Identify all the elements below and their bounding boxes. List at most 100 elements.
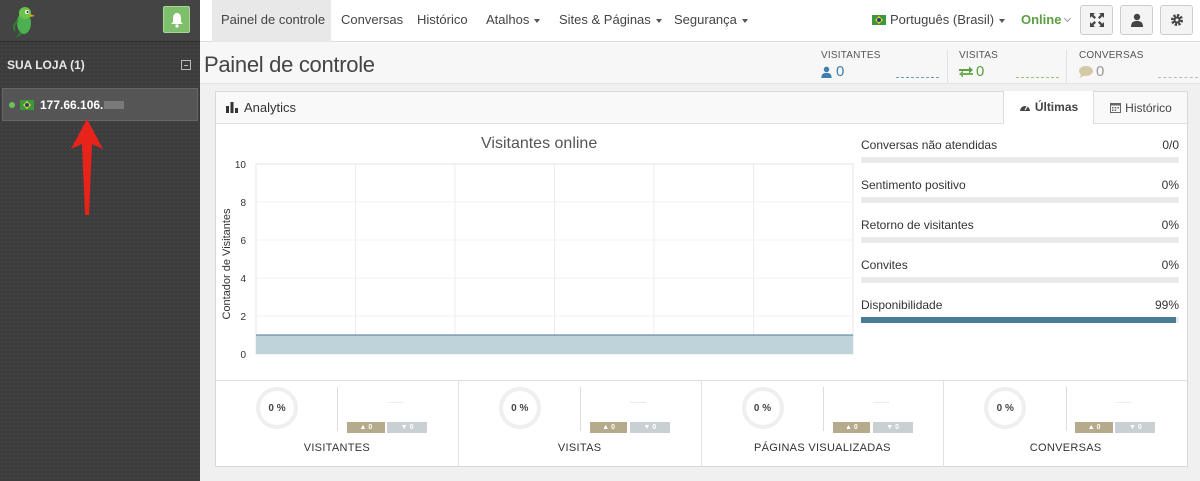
nav-label: Histórico [417, 12, 468, 27]
series-area [256, 335, 853, 354]
caret-down-icon [534, 18, 541, 23]
mini-trend-line [872, 402, 889, 403]
mini-trend-line [630, 402, 646, 403]
metric-value: 0% [1161, 258, 1179, 272]
y-tick-label: 6 [240, 236, 246, 247]
panel-header: Analytics Últimas Histórico [216, 91, 1188, 124]
y-axis-label: Contador de Visitantes [221, 208, 233, 320]
metric-label: Conversas não atendidas [861, 138, 998, 152]
metric-value: 99% [1154, 298, 1179, 312]
stat-sparkline [896, 77, 939, 78]
notifications-button[interactable] [163, 6, 190, 33]
percent-donut: 0 % [741, 387, 784, 429]
metric-item: Sentimento positivo 0% [861, 178, 1179, 203]
percent-donut: 0 % [256, 387, 299, 429]
stat-label: CONVERSAS [1079, 50, 1144, 61]
tab-historico[interactable]: Histórico [1093, 91, 1188, 124]
trend-down-badge: ▼ 0 [1115, 422, 1156, 433]
stat-value: 0 [1096, 63, 1105, 80]
user-button[interactable] [1120, 5, 1153, 35]
bar-chart-icon [226, 102, 238, 113]
red-arrow-annotation [71, 119, 103, 215]
stat-label: VISITANTES [821, 50, 881, 61]
metric-label: Sentimento positivo [861, 178, 966, 192]
status-selector[interactable]: Online [1021, 0, 1072, 40]
summary-visitas: 0 % ▲ 0 ▼ 0 VISITAS [459, 381, 702, 467]
user-icon [821, 66, 832, 78]
metric-bar [861, 317, 1179, 323]
tab-label: Últimas [1034, 100, 1079, 114]
stat-visitantes[interactable]: VISITANTES 0 [821, 50, 946, 84]
sidebar-header [0, 0, 200, 42]
online-dot-icon [9, 101, 15, 108]
metric-item: Retorno de visitantes 0% [861, 218, 1179, 243]
trend-up-badge: ▲ 0 [589, 422, 628, 433]
stat-value: 0 [976, 63, 985, 80]
trend-up-badge: ▲ 0 [832, 422, 871, 433]
metric-value: 0/0 [1162, 138, 1179, 152]
metric-bar-fill [861, 317, 1176, 323]
page-title: Painel de controle [204, 52, 375, 77]
fullscreen-button[interactable] [1080, 5, 1113, 35]
parrot-logo-icon[interactable] [6, 3, 42, 39]
sidebar: SUA LOJA (1) 177.66.106. [0, 0, 200, 481]
dashboard-gauge-icon [1019, 104, 1030, 111]
tab-ultimas[interactable]: Últimas [1003, 91, 1093, 124]
mini-trend-line [1115, 402, 1131, 403]
collapse-icon[interactable] [181, 60, 191, 70]
calendar-icon [1110, 103, 1122, 113]
metric-value: 0% [1161, 218, 1179, 232]
metric-bar [861, 277, 1179, 283]
top-navigation: Painel de controle Conversas Histórico A… [200, 0, 1200, 42]
summary-label: CONVERSAS [1029, 442, 1102, 454]
chart-title: Visitantes online [481, 135, 598, 152]
language-selector[interactable]: Português (Brasil) [872, 0, 1006, 40]
stat-value: 0 [836, 63, 845, 80]
metric-bar [861, 197, 1179, 203]
summary-label: PÁGINAS VISUALIZADAS [753, 442, 891, 454]
nav-painel[interactable]: Painel de controle [212, 0, 331, 42]
y-tick-label: 8 [240, 198, 246, 209]
summary-p-ginas-visualizadas: 0 % ▲ 0 ▼ 0 PÁGINAS VISUALIZADAS [702, 381, 945, 467]
tab-label: Histórico [1125, 100, 1172, 115]
blurred-ip-segment [104, 100, 125, 109]
nav-conversas[interactable]: Conversas [341, 0, 403, 42]
y-tick-label: 4 [240, 274, 246, 285]
bell-icon [170, 12, 183, 28]
summary-visitantes: 0 % ▲ 0 ▼ 0 VISITANTES [216, 381, 459, 467]
panel-title-text: Analytics [244, 100, 297, 115]
caret-down-icon [741, 18, 748, 23]
divider [1065, 387, 1067, 431]
expand-icon [1089, 13, 1104, 27]
metric-item: Convites 0% [861, 258, 1179, 283]
divider [337, 387, 339, 431]
settings-button[interactable] [1160, 5, 1193, 35]
trend-down-badge: ▼ 0 [629, 422, 670, 433]
store-header: SUA LOJA (1) [0, 42, 200, 88]
panel-title: Analytics [226, 100, 296, 115]
metric-item: Disponibilidade 99% [861, 298, 1179, 323]
nav-historico[interactable]: Histórico [417, 0, 468, 42]
stat-visitas[interactable]: VISITAS 0 [959, 50, 1074, 84]
user-icon [1130, 13, 1143, 27]
language-label: Português (Brasil) [890, 12, 995, 27]
divider [822, 387, 824, 431]
caret-down-icon [999, 18, 1006, 23]
trend-up-badge: ▲ 0 [1075, 422, 1113, 433]
metric-label: Retorno de visitantes [861, 218, 974, 232]
analytics-panel: Analytics Últimas Histórico Visitantes o… [215, 91, 1188, 467]
stat-label: VISITAS [959, 50, 999, 61]
percent-donut: 0 % [498, 387, 541, 429]
y-tick-label: 0 [240, 350, 246, 361]
nav-atalhos[interactable]: Atalhos [486, 0, 541, 42]
summary-label: VISITANTES [303, 442, 371, 454]
trend-down-badge: ▼ 0 [872, 422, 913, 433]
stat-conversas[interactable]: CONVERSAS 0 [1079, 50, 1200, 84]
nav-label: Sites & Páginas [559, 12, 651, 27]
nav-seguranca[interactable]: Segurança [674, 0, 748, 42]
nav-sites-paginas[interactable]: Sites & Páginas [559, 0, 662, 42]
percent-donut: 0 % [984, 387, 1027, 429]
store-label: SUA LOJA (1) [7, 58, 85, 72]
visitor-ip: 177.66.106. [40, 97, 104, 112]
stat-sparkline [1016, 77, 1059, 78]
